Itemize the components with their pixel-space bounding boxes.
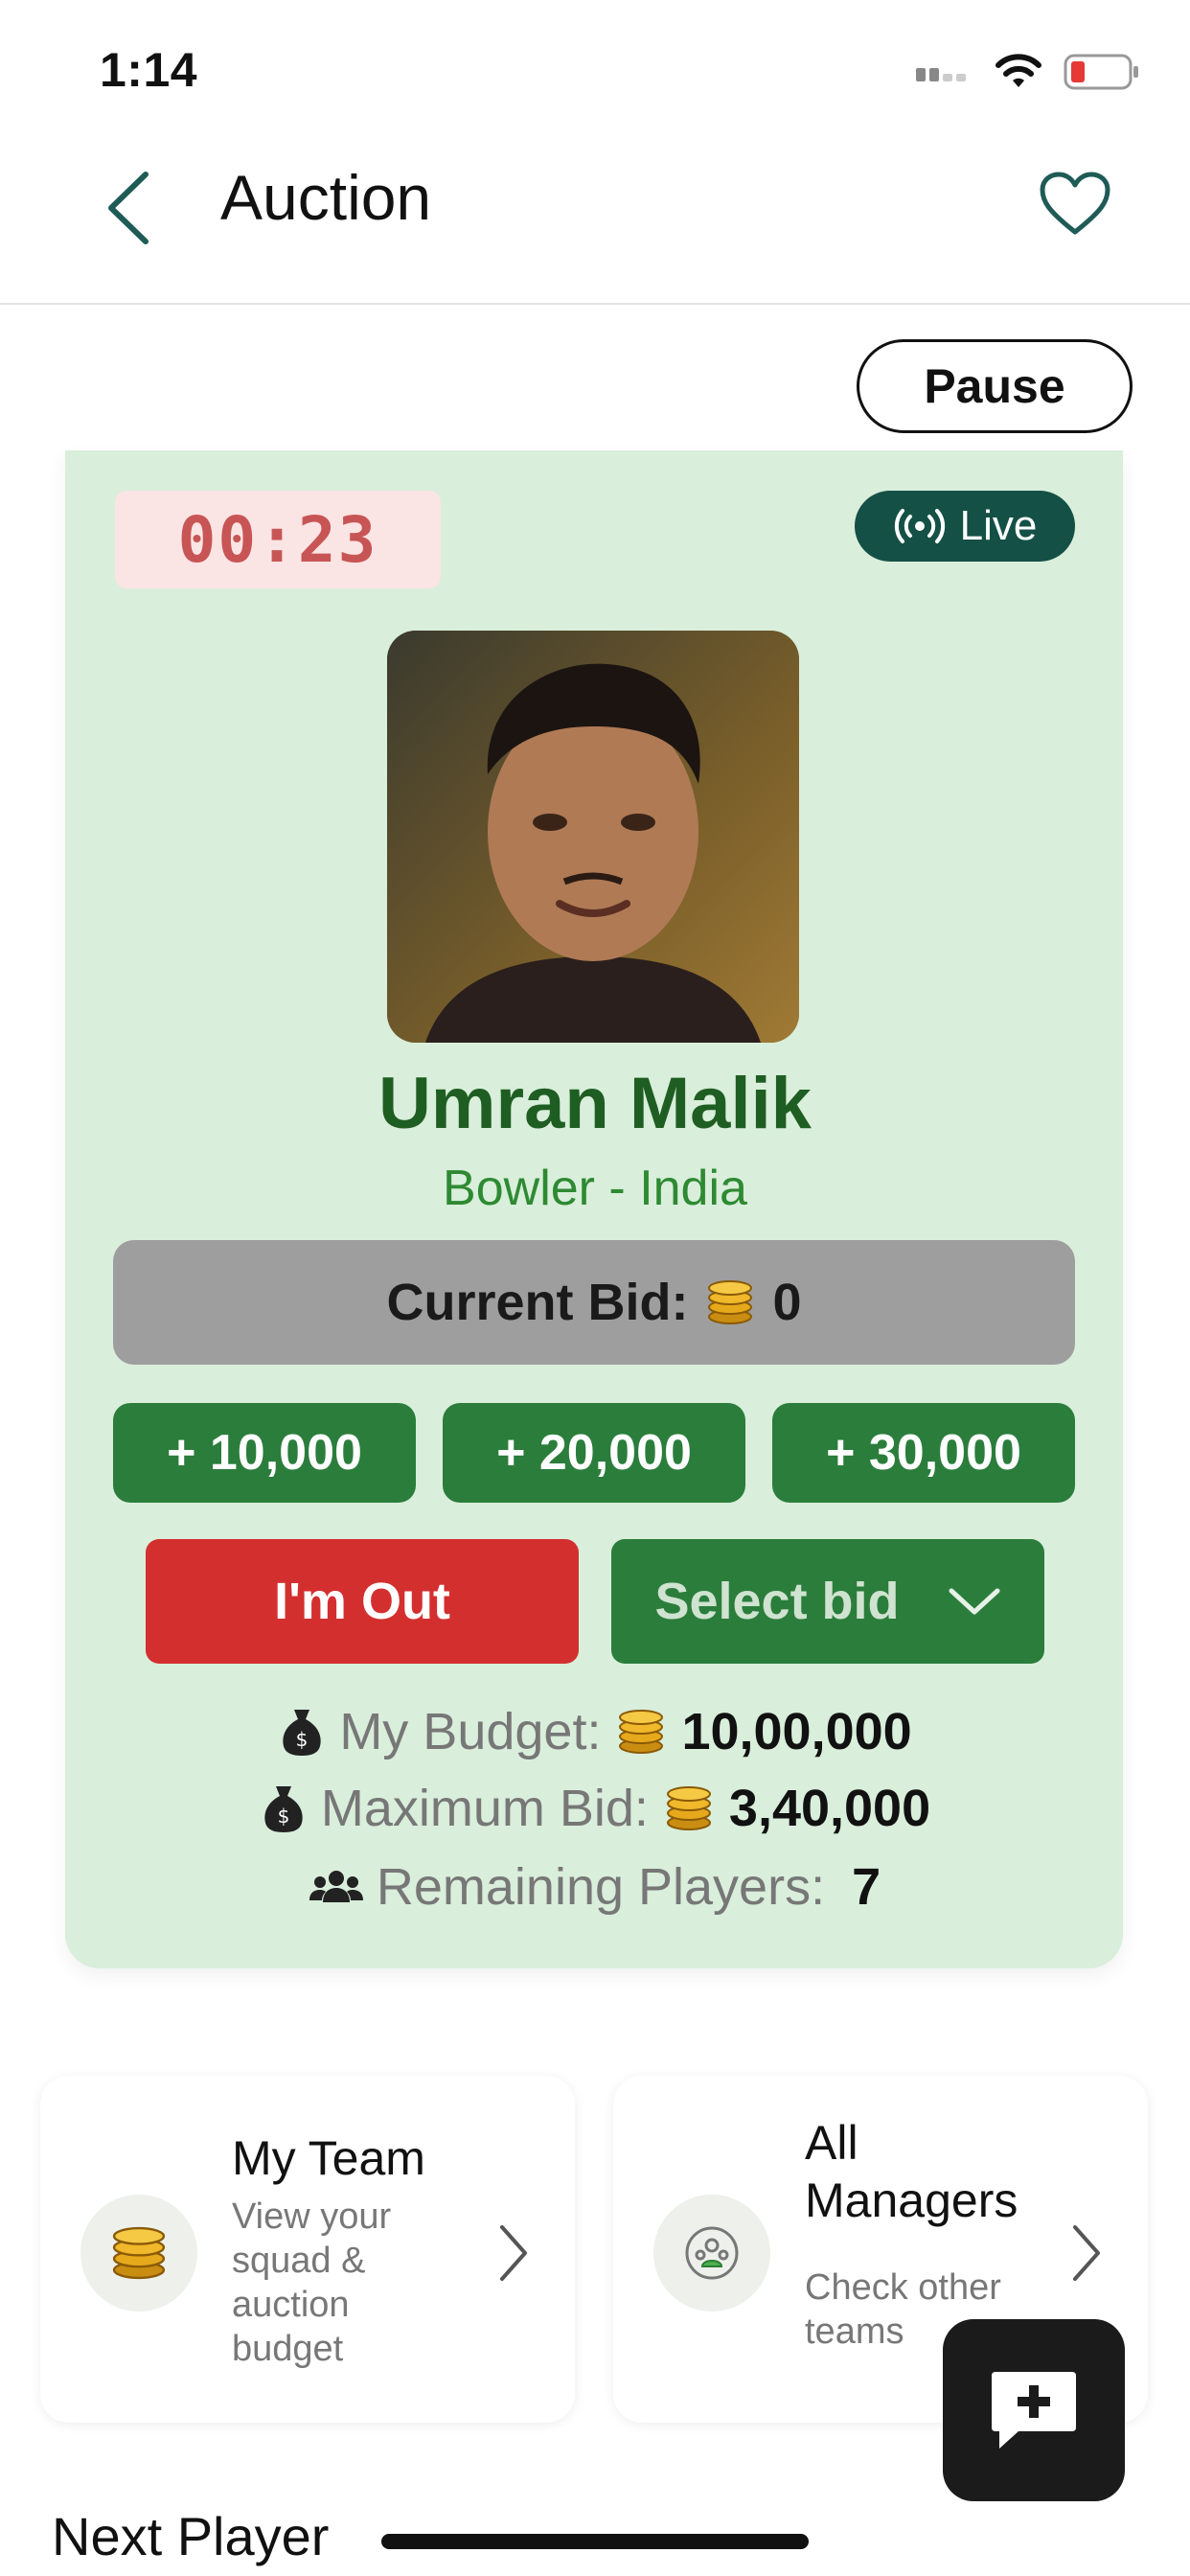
remaining-label: Remaining Players: xyxy=(376,1858,826,1916)
increment-10000-button[interactable]: + 10,000 xyxy=(113,1403,416,1503)
coins-icon xyxy=(112,2226,166,2280)
signal-icon xyxy=(916,68,966,81)
battery-icon xyxy=(1064,54,1138,90)
next-player-heading: Next Player xyxy=(52,2506,330,2566)
coins-icon xyxy=(619,1710,664,1754)
my-team-subtitle: View your squad & auction budget xyxy=(232,2196,392,2369)
player-name: Umran Malik xyxy=(378,1063,812,1144)
back-button[interactable] xyxy=(96,165,163,251)
live-label: Live xyxy=(959,502,1038,549)
coins-icon xyxy=(666,1786,711,1830)
player-portrait xyxy=(387,631,799,1043)
money-bag-icon: $ xyxy=(264,1786,303,1832)
status-icons xyxy=(916,48,1140,96)
increment-30000-button[interactable]: + 30,000 xyxy=(772,1403,1075,1503)
chevron-right-icon xyxy=(500,2225,527,2281)
page-title: Auction xyxy=(220,162,432,233)
managers-icon xyxy=(685,2226,739,2280)
im-out-button[interactable]: I'm Out xyxy=(146,1539,579,1664)
remaining-value: 7 xyxy=(852,1858,881,1916)
coins-icon xyxy=(708,1280,753,1324)
chevron-right-icon xyxy=(1073,2225,1100,2281)
current-bid-label: Current Bid: xyxy=(386,1274,689,1331)
my-team-icon-wrap xyxy=(80,2195,197,2312)
managers-icon-wrap xyxy=(653,2195,770,2312)
my-team-title: My Team xyxy=(232,2131,425,2185)
increment-20000-button[interactable]: + 20,000 xyxy=(443,1403,745,1503)
new-chat-button[interactable] xyxy=(943,2319,1125,2501)
add-message-icon xyxy=(992,2372,1076,2449)
money-bag-icon: $ xyxy=(283,1710,321,1756)
all-managers-title: All Managers xyxy=(805,2116,1018,2227)
select-bid-label: Select bid xyxy=(654,1573,900,1630)
my-team-tile[interactable]: My Team View your squad & auction budget xyxy=(40,2076,575,2423)
countdown-timer: 00:23 xyxy=(115,491,441,588)
budget-label: My Budget: xyxy=(339,1703,602,1760)
current-bid-bar: Current Bid: 0 xyxy=(113,1240,1075,1365)
current-bid-value: 0 xyxy=(772,1274,802,1331)
remaining-players-row: Remaining Players: 7 xyxy=(0,1857,1190,1917)
max-bid-label: Maximum Bid: xyxy=(320,1780,649,1837)
status-time: 1:14 xyxy=(100,43,198,97)
chevron-down-icon xyxy=(949,1588,1000,1615)
favorite-button[interactable] xyxy=(1039,171,1111,238)
live-badge: Live xyxy=(855,491,1075,562)
budget-row: $ My Budget: 10,00,000 xyxy=(0,1702,1190,1761)
wifi-icon xyxy=(995,54,1041,87)
users-icon xyxy=(309,1871,363,1902)
home-indicator[interactable] xyxy=(381,2534,809,2549)
svg-text:$: $ xyxy=(277,1805,289,1828)
budget-value: 10,00,000 xyxy=(681,1703,912,1760)
nav-bar xyxy=(0,144,1190,305)
pause-button[interactable]: Pause xyxy=(857,339,1133,433)
player-photo xyxy=(387,631,799,1043)
player-role: Bowler - India xyxy=(443,1161,747,1216)
svg-text:$: $ xyxy=(296,1728,309,1751)
broadcast-icon xyxy=(894,509,945,543)
max-bid-row: $ Maximum Bid: 3,40,000 xyxy=(0,1779,1190,1838)
select-bid-dropdown[interactable]: Select bid xyxy=(611,1539,1044,1664)
max-bid-value: 3,40,000 xyxy=(728,1780,931,1837)
